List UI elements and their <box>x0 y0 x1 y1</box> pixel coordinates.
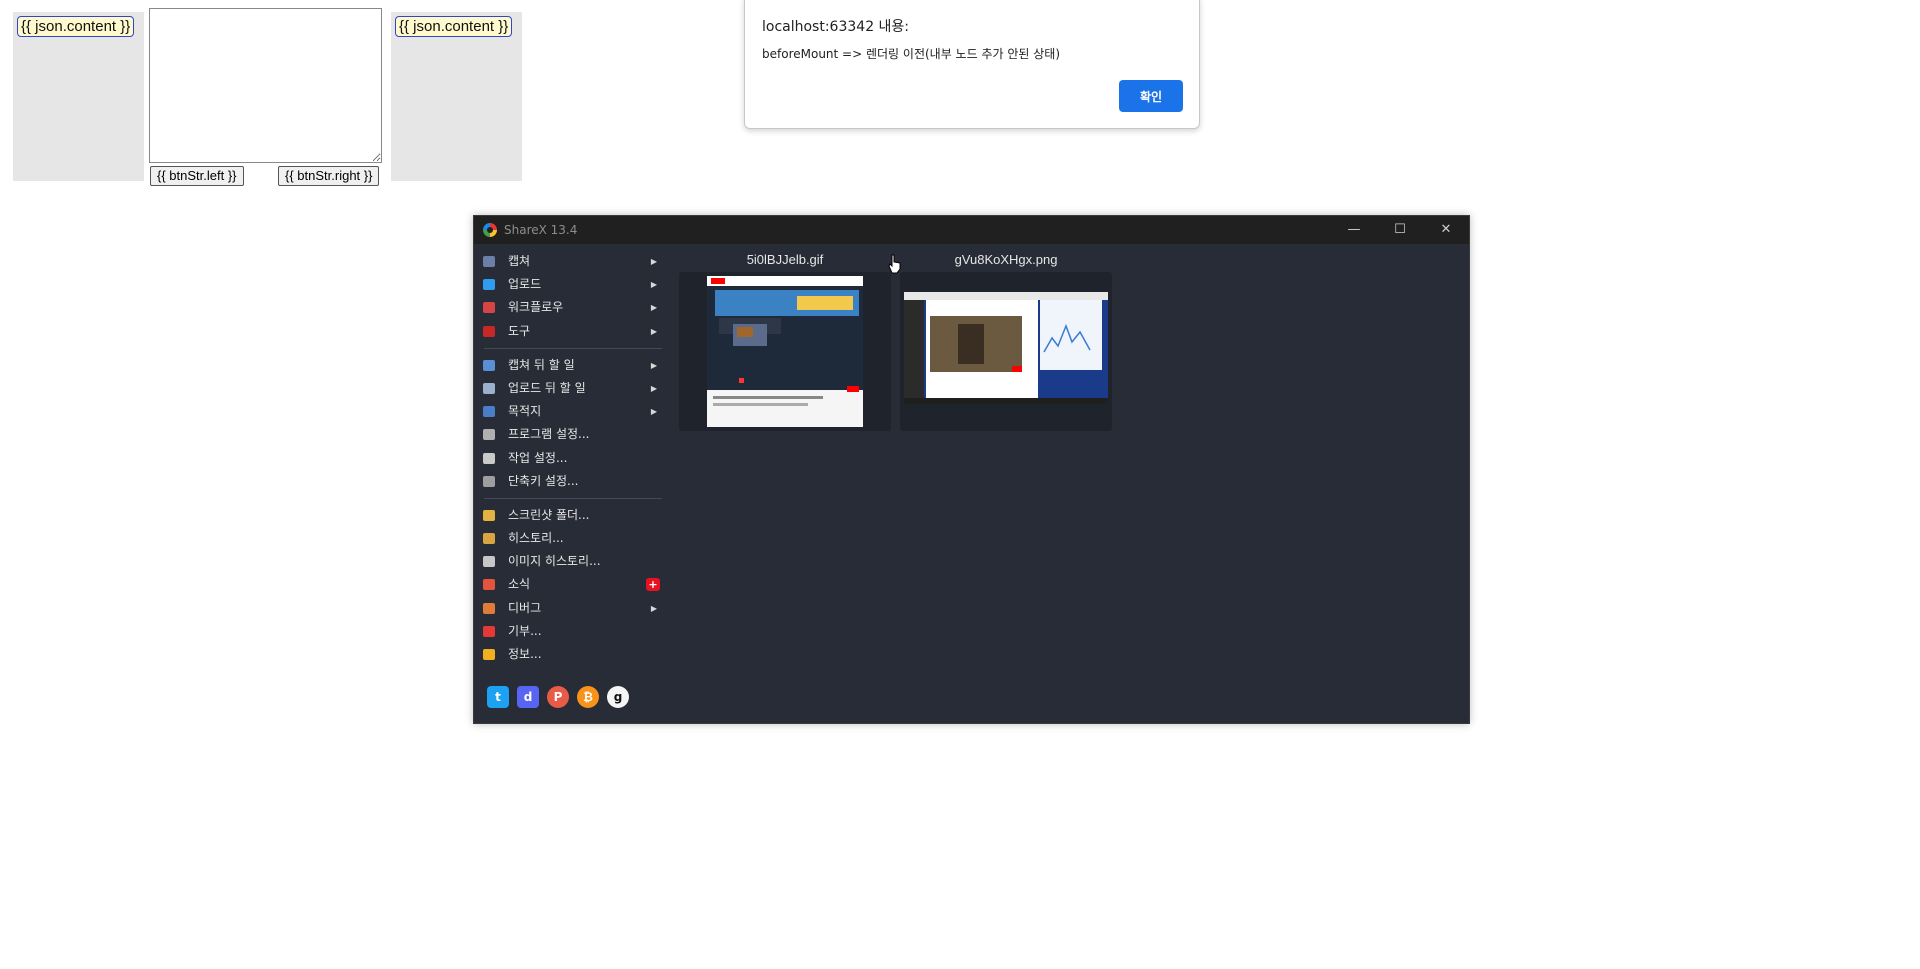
heart-icon <box>483 625 495 637</box>
right-json-content: {{ json.content }} <box>395 16 513 37</box>
after-capture-icon <box>483 359 495 371</box>
alert-dialog: localhost:63342 내용: beforeMount => 렌더링 이… <box>744 0 1200 129</box>
submenu-arrow-icon: ▶ <box>650 280 657 290</box>
submenu-arrow-icon: ▶ <box>650 360 657 370</box>
submenu-arrow-icon: ▶ <box>650 326 657 336</box>
left-json-content: {{ json.content }} <box>17 16 135 37</box>
menu-item[interactable]: 업로드 ▶ <box>480 273 662 296</box>
debug-icon <box>483 602 495 614</box>
right-content-panel: {{ json.content }} <box>391 12 522 181</box>
image-history-icon <box>483 556 495 568</box>
menu-item-label: 워크플로우 <box>508 300 564 315</box>
left-content-panel: {{ json.content }} <box>13 12 144 181</box>
gear-icon <box>483 452 495 464</box>
menu-item-label: 캡쳐 <box>508 254 531 268</box>
menu-item-label: 디버그 <box>508 600 542 615</box>
sharex-window: ShareX 13.4 — ☐ ✕ 캡쳐 ▶ 업로드 ▶ 워크플로우 ▶ 도구 ▶ 캡쳐 뒤 할… <box>473 215 1470 724</box>
menu-item[interactable]: 캡쳐 ▶ <box>480 250 662 273</box>
btn-right-button[interactable]: {{ btnStr.right }} <box>278 166 380 186</box>
submenu-arrow-icon: ▶ <box>650 383 657 393</box>
history-icon <box>483 533 495 545</box>
capture-icon <box>483 256 495 267</box>
dialog-ok-button[interactable]: 확인 <box>1119 80 1183 112</box>
thumbnail-frame[interactable] <box>900 272 1112 431</box>
menu-item-label: 업로드 뒤 할 일 <box>508 380 586 395</box>
menu-item[interactable]: 프로그램 설정... <box>480 423 662 446</box>
upload-arrow-icon <box>483 279 495 291</box>
twitter-icon[interactable]: t <box>487 686 509 708</box>
submenu-arrow-icon: ▶ <box>650 303 657 313</box>
menu-item[interactable]: 도구 ▶ <box>480 320 662 343</box>
menu-item[interactable]: 기부... <box>480 620 662 643</box>
menu-item-label: 이미지 히스토리... <box>508 554 601 569</box>
dialog-message: beforeMount => 렌더링 이전(내부 노드 추가 안된 상태) <box>762 47 1061 61</box>
bitcoin-icon[interactable]: ₿ <box>577 686 599 708</box>
keyboard-icon <box>483 475 495 487</box>
minimize-icon[interactable]: — <box>1331 216 1377 244</box>
menu-item-label: 도구 <box>508 323 531 338</box>
discord-icon[interactable]: d <box>517 686 539 708</box>
crown-icon <box>483 649 495 660</box>
menu-item[interactable]: 히스토리... <box>480 527 662 550</box>
dialog-title: localhost:63342 내용: <box>762 19 910 35</box>
menu-item[interactable]: 캡쳐 뒤 할 일 ▶ <box>480 354 662 377</box>
thumbnail-item[interactable]: gVu8KoXHgx.png <box>900 252 1112 431</box>
sharex-logo-icon <box>483 223 497 237</box>
workflow-grid-icon <box>483 302 495 314</box>
github-icon[interactable]: g <box>607 686 629 708</box>
menu-item-label: 목적지 <box>508 404 542 419</box>
content-textarea[interactable] <box>149 8 382 163</box>
btn-left-button[interactable]: {{ btnStr.left }} <box>150 166 244 186</box>
submenu-arrow-icon: ▶ <box>650 257 657 266</box>
thumbnail-filename: gVu8KoXHgx.png <box>954 252 1058 267</box>
folder-icon <box>483 509 495 521</box>
menu-item-label: 캡쳐 뒤 할 일 <box>508 357 575 372</box>
menu-item[interactable]: 정보... <box>480 643 662 666</box>
thumbnail-image <box>707 276 863 427</box>
thumbnail-item[interactable]: 5i0lBJJelb.gif <box>679 252 891 431</box>
menu-item[interactable]: 단축키 설정... <box>480 470 662 493</box>
menu-item-label: 단축키 설정... <box>508 473 579 488</box>
menu-separator <box>484 347 662 349</box>
menu-item-label: 정보... <box>508 647 542 661</box>
menu-item[interactable]: 이미지 히스토리... <box>480 550 662 573</box>
submenu-arrow-icon: ▶ <box>650 603 657 613</box>
close-icon[interactable]: ✕ <box>1423 216 1469 244</box>
menu-item-label: 작업 설정... <box>508 450 568 465</box>
thumbnail-filename: 5i0lBJJelb.gif <box>746 252 824 267</box>
menu-item[interactable]: 목적지 ▶ <box>480 400 662 423</box>
menu-item-label: 업로드 <box>508 277 542 292</box>
destination-icon <box>483 406 495 418</box>
menu-item[interactable]: 소식 + <box>480 573 662 596</box>
submenu-arrow-icon: ▶ <box>650 407 657 417</box>
maximize-icon[interactable]: ☐ <box>1377 216 1423 244</box>
wrench-icon <box>483 429 495 441</box>
thumbnail-frame[interactable] <box>679 272 891 431</box>
news-badge: + <box>646 578 660 592</box>
menu-item[interactable]: 디버그 ▶ <box>480 597 662 620</box>
hand-cursor-icon <box>888 254 901 274</box>
menu-item-label: 스크린샷 폴더... <box>508 507 590 522</box>
menu-item-label: 소식 <box>508 577 531 592</box>
menu-item[interactable]: 업로드 뒤 할 일 ▶ <box>480 377 662 400</box>
patreon-icon[interactable]: P <box>547 686 569 708</box>
window-title: ShareX 13.4 <box>504 223 578 237</box>
title-bar[interactable]: ShareX 13.4 — ☐ ✕ <box>474 216 1469 244</box>
menu-item[interactable]: 작업 설정... <box>480 447 662 470</box>
tools-icon <box>483 325 495 337</box>
megaphone-icon <box>483 579 495 591</box>
menu-item-label: 프로그램 설정... <box>508 427 590 442</box>
thumbnail-image <box>904 292 1108 404</box>
menu-item-label: 히스토리... <box>508 531 564 546</box>
menu-separator <box>484 497 662 499</box>
cloud-icon <box>483 382 495 394</box>
main-menu: 캡쳐 ▶ 업로드 ▶ 워크플로우 ▶ 도구 ▶ 캡쳐 뒤 할 일 ▶ 업로드 뒤 할 일 ▶ 목적지 ▶ 프… <box>480 250 662 666</box>
menu-item[interactable]: 스크린샷 폴더... <box>480 504 662 527</box>
menu-item[interactable]: 워크플로우 ▶ <box>480 296 662 319</box>
menu-item-label: 기부... <box>508 623 542 638</box>
